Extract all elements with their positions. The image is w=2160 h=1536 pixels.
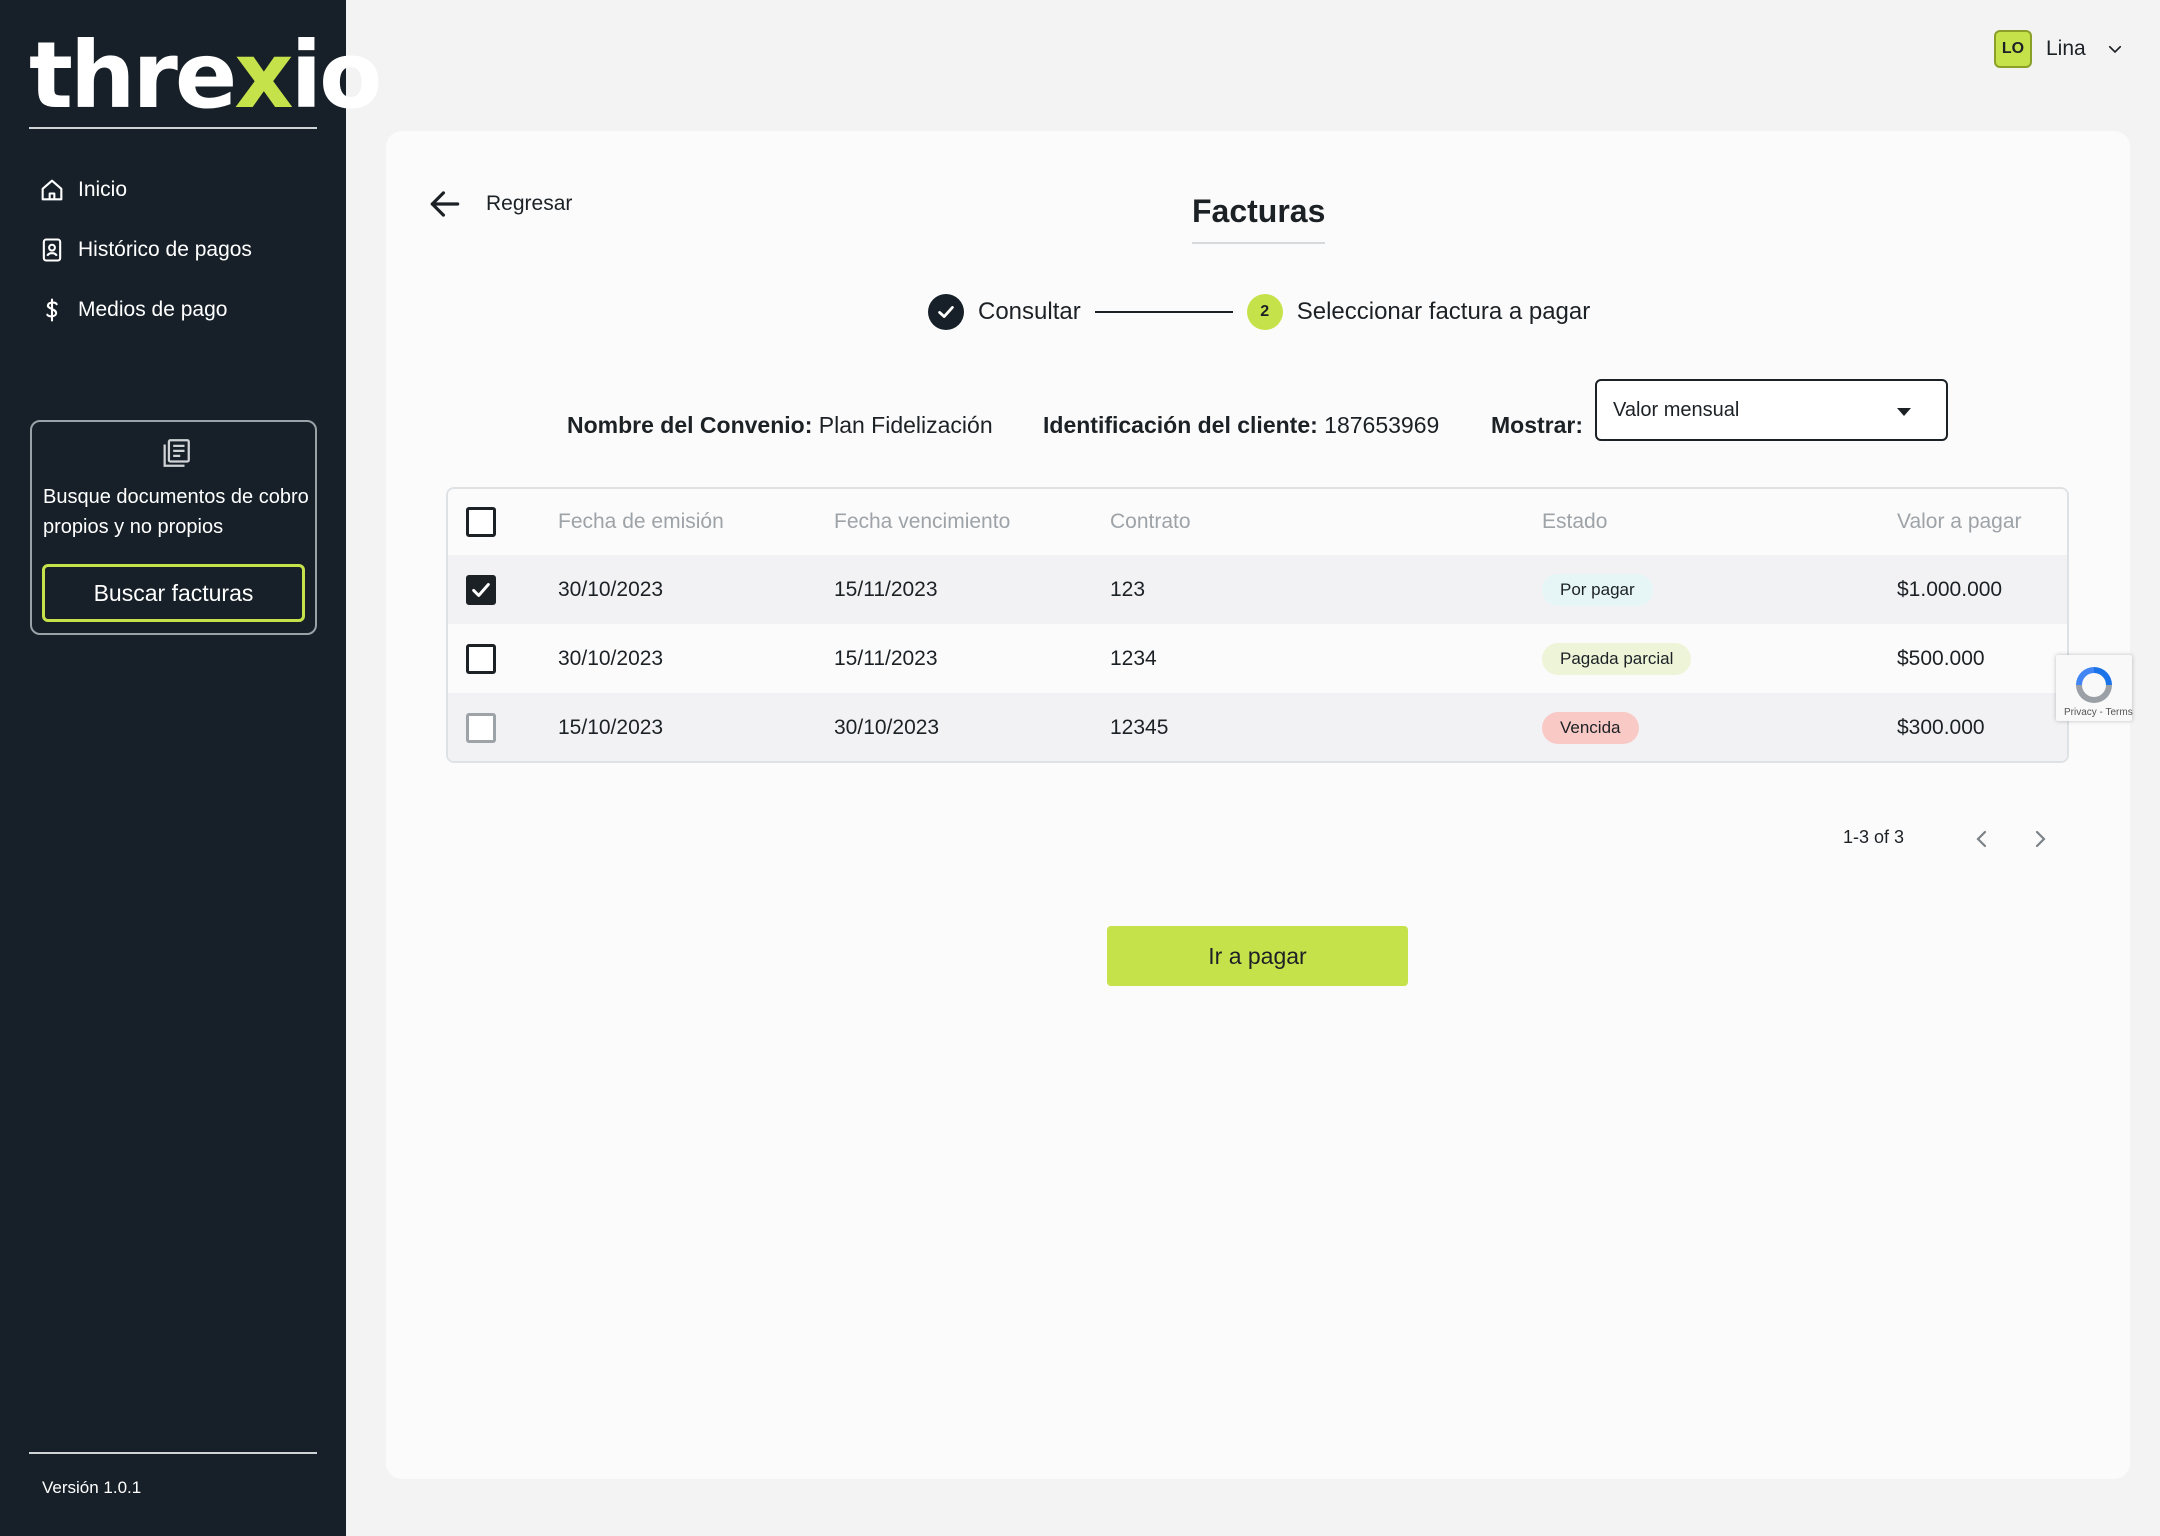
logo-text-x: x	[234, 22, 293, 129]
status-badge: Pagada parcial	[1542, 642, 1692, 675]
cell-fecha-vencimiento: 15/11/2023	[834, 577, 938, 601]
app-version: Versión 1.0.1	[42, 1478, 142, 1497]
chevron-left-icon[interactable]	[1970, 827, 1994, 851]
sidebar-item-inicio[interactable]: Inicio	[38, 160, 252, 220]
cliente-label: Identificación del cliente:	[1043, 411, 1318, 438]
caret-down-icon	[1897, 408, 1911, 416]
back-label: Regresar	[486, 192, 573, 215]
column-header-fecha-vencimiento[interactable]: Fecha vencimiento	[834, 510, 1010, 534]
chevron-down-icon	[2108, 45, 2121, 54]
home-icon	[41, 179, 63, 201]
chevron-right-icon[interactable]	[2028, 827, 2052, 851]
column-header-fecha-emision[interactable]: Fecha de emisión	[558, 510, 724, 534]
table-row: 15/10/2023 30/10/2023 12345 Vencida $300…	[448, 693, 2067, 761]
ir-a-pagar-button[interactable]: Ir a pagar	[1107, 926, 1408, 986]
cell-fecha-emision: 15/10/2023	[558, 716, 664, 739]
cell-valor: $300.000	[1897, 716, 1985, 739]
user-name: Lina	[2046, 37, 2086, 60]
sidebar-item-historico[interactable]: Histórico de pagos	[38, 220, 252, 280]
column-header-valor[interactable]: Valor a pagar	[1897, 510, 2022, 534]
logo-text-end: io	[290, 22, 383, 129]
cliente-info: Identificación del cliente: 187653969	[1043, 394, 1439, 456]
sidebar-item-medios-pago[interactable]: Medios de pago	[38, 280, 252, 340]
status-badge: Vencida	[1542, 712, 1639, 744]
cell-valor: $1.000.000	[1897, 577, 2003, 601]
row-checkbox[interactable]	[466, 643, 496, 674]
step-2-label: Seleccionar factura a pagar	[1296, 298, 1591, 325]
mostrar-label: Mostrar:	[1491, 411, 1584, 438]
convenio-info: Nombre del Convenio: Plan Fidelización	[567, 394, 993, 456]
contact-book-icon	[42, 238, 62, 262]
pagination-range: 1-3 of 3	[1843, 827, 1905, 847]
cell-contrato: 12345	[1110, 716, 1169, 739]
recaptcha-links[interactable]: Privacy - Terms	[2064, 707, 2133, 718]
step-1-label: Consultar	[978, 298, 1081, 325]
buscar-facturas-button[interactable]: Buscar facturas	[42, 564, 305, 622]
logo-divider	[29, 127, 317, 129]
dollar-icon	[46, 298, 58, 322]
search-documents-card: Busque documentos de cobro propios y no …	[30, 420, 317, 635]
stepper: Consultar 2 Seleccionar factura a pagar	[928, 293, 1590, 331]
step-2-indicator: 2	[1246, 294, 1283, 330]
sidebar-item-label: Inicio	[78, 178, 128, 201]
logo-text-start: thre	[29, 22, 237, 129]
recaptcha-icon	[2076, 667, 2112, 703]
cell-contrato: 1234	[1110, 646, 1157, 670]
avatar: LO	[1994, 30, 2032, 68]
status-badge: Por pagar	[1542, 573, 1653, 606]
cell-fecha-emision: 30/10/2023	[558, 646, 664, 670]
page-title: Facturas	[1192, 193, 1326, 244]
invoices-table: Fecha de emisión Fecha vencimiento Contr…	[446, 487, 2069, 763]
cell-fecha-vencimiento: 15/11/2023	[834, 646, 938, 670]
cliente-value: 187653969	[1324, 411, 1440, 438]
step-connector	[1094, 311, 1233, 313]
mostrar-select[interactable]: Valor mensual	[1595, 379, 1948, 441]
mostrar-info: Mostrar:	[1491, 394, 1583, 456]
column-header-estado[interactable]: Estado	[1542, 510, 1607, 534]
mostrar-select-value: Valor mensual	[1613, 398, 1740, 421]
step-done-indicator	[928, 294, 964, 330]
row-checkbox-disabled	[466, 713, 496, 743]
documents-icon	[163, 439, 190, 467]
select-all-checkbox[interactable]	[466, 507, 496, 537]
sidebar-item-label: Histórico de pagos	[78, 238, 252, 261]
recaptcha-badge[interactable]: Privacy - Terms	[2056, 655, 2133, 721]
cell-fecha-emision: 30/10/2023	[558, 577, 664, 601]
threxio-logo[interactable]: threxio	[29, 30, 382, 122]
convenio-value: Plan Fidelización	[818, 411, 993, 438]
check-icon	[472, 582, 490, 597]
table-row[interactable]: 30/10/2023 15/11/2023 1234 Pagada parcia…	[448, 624, 2067, 693]
table-header: Fecha de emisión Fecha vencimiento Contr…	[448, 489, 2067, 555]
sidebar-divider	[29, 1452, 317, 1454]
cell-contrato: 123	[1110, 577, 1146, 601]
back-button[interactable]: Regresar	[426, 185, 572, 223]
cell-fecha-vencimiento: 30/10/2023	[834, 716, 940, 739]
column-header-contrato[interactable]: Contrato	[1110, 510, 1191, 534]
main-panel: Regresar Facturas Consultar 2 Selecciona…	[386, 131, 2133, 1479]
arrow-left-icon	[430, 191, 460, 217]
cell-valor: $500.000	[1897, 646, 1985, 670]
table-row[interactable]: 30/10/2023 15/11/2023 123 Por pagar $1.0…	[448, 555, 2067, 624]
sidebar-nav: Inicio Histórico de pagos Medios de pago	[38, 160, 252, 340]
search-documents-text: Busque documentos de cobro propios y no …	[43, 486, 309, 538]
sidebar-item-label: Medios de pago	[78, 298, 228, 321]
row-checkbox[interactable]	[466, 574, 496, 605]
convenio-label: Nombre del Convenio:	[567, 411, 813, 438]
check-icon	[938, 306, 954, 318]
user-menu[interactable]: LO Lina	[1994, 30, 2124, 68]
sidebar: threxio Inicio Histórico de pagos Medios…	[0, 0, 382, 1536]
